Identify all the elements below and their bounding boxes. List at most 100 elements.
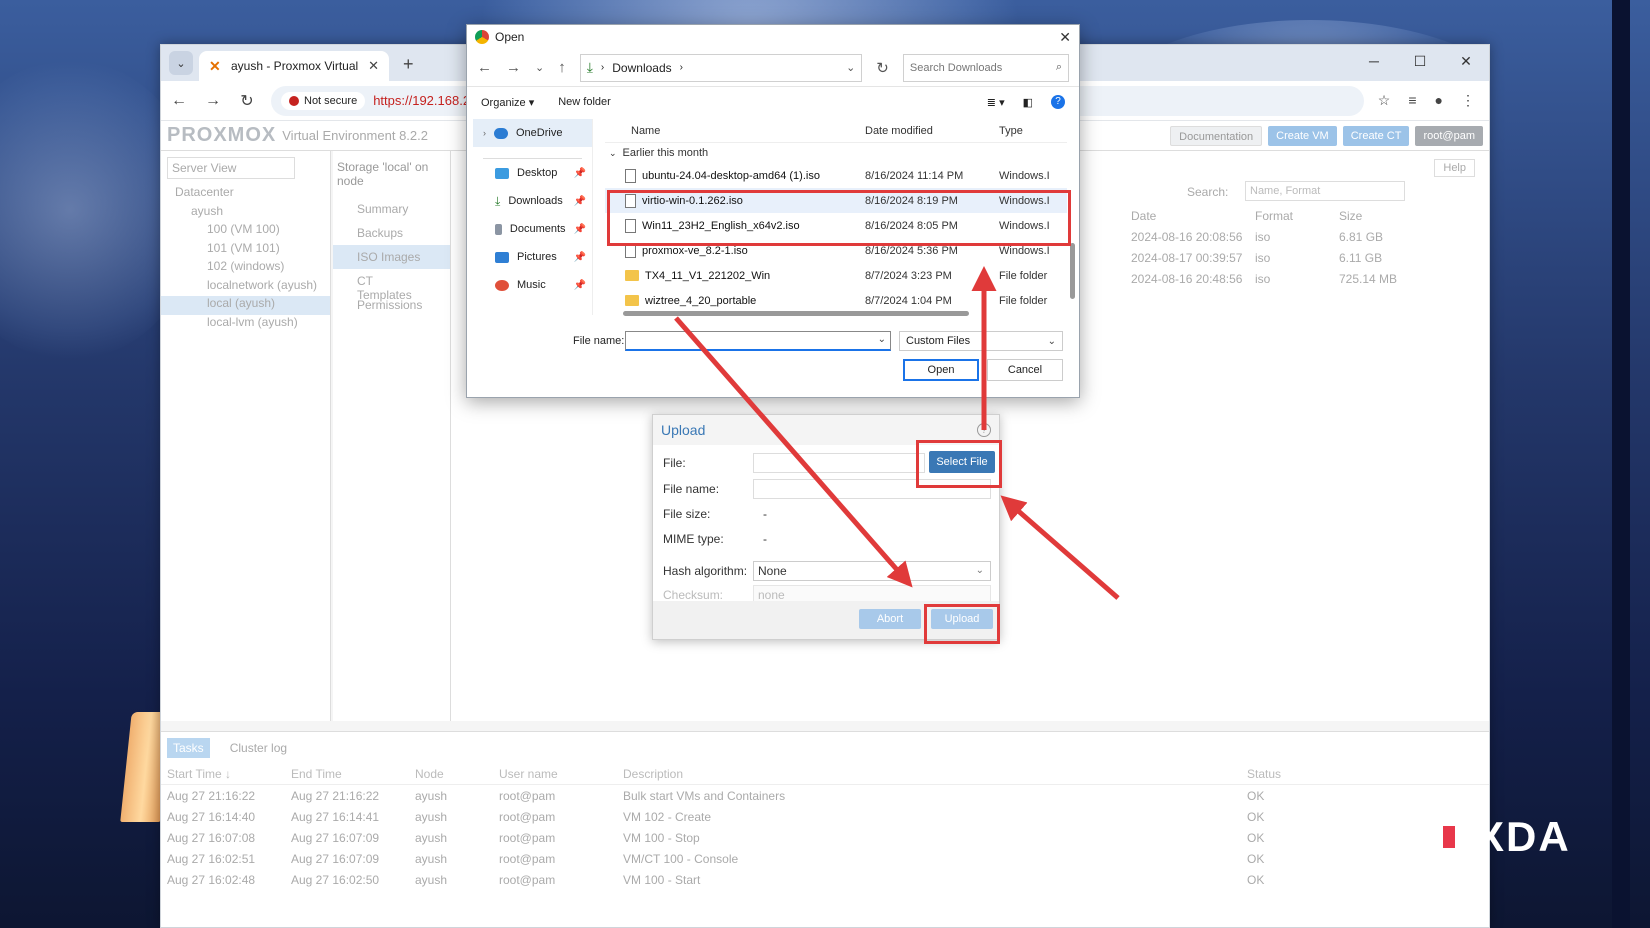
close-icon[interactable]: ✕ bbox=[1059, 29, 1071, 46]
tree-local-storage[interactable]: local (ayush) bbox=[161, 296, 330, 315]
tree-vm-100[interactable]: 100 (VM 100) bbox=[161, 222, 330, 241]
file-icon bbox=[625, 168, 636, 183]
create-vm-button[interactable]: Create VM bbox=[1268, 125, 1337, 146]
table-row[interactable]: 2024-08-17 00:39:57 iso 6.11 GB bbox=[1131, 247, 1421, 268]
close-window-icon[interactable]: ✕ bbox=[1443, 45, 1489, 81]
folder-row[interactable]: wiztree_4_20_portable 8/7/2024 1:04 PM Fil… bbox=[605, 288, 1067, 313]
chevron-down-icon[interactable]: ⌄ bbox=[878, 334, 886, 345]
help-icon[interactable]: ? bbox=[1051, 95, 1065, 109]
tab-cluster-log[interactable]: Cluster log bbox=[224, 738, 293, 758]
col-date-modified[interactable]: Date modified bbox=[857, 125, 999, 137]
search-downloads-input[interactable]: Search Downloads ⌕ bbox=[902, 53, 1069, 82]
server-view-select[interactable]: Server View bbox=[167, 157, 295, 179]
file-type-select[interactable]: Custom Files ⌄ bbox=[899, 331, 1063, 351]
tree-node-ayush[interactable]: ayush bbox=[161, 204, 330, 223]
menu-summary[interactable]: Summary bbox=[333, 197, 450, 221]
nav-music[interactable]: Music 📌 bbox=[473, 271, 592, 299]
maximize-icon[interactable]: ☐ bbox=[1397, 45, 1443, 81]
tab-tasks[interactable]: Tasks bbox=[167, 738, 210, 758]
bookmark-star-icon[interactable]: ☆ bbox=[1378, 92, 1391, 109]
browser-tab[interactable]: ✕ ayush - Proxmox Virtual Enviro ✕ bbox=[199, 51, 389, 81]
path-breadcrumb[interactable]: ⤓ › Downloads › ⌄ bbox=[579, 53, 863, 82]
col-format[interactable]: Format bbox=[1255, 209, 1339, 223]
menu-backups[interactable]: Backups bbox=[333, 221, 450, 245]
tree-datacenter[interactable]: Datacenter bbox=[161, 185, 330, 204]
table-row[interactable]: 2024-08-16 20:48:56 iso 725.14 MB bbox=[1131, 268, 1421, 289]
nav-label: Pictures bbox=[517, 251, 557, 263]
user-menu-button[interactable]: root@pam bbox=[1415, 125, 1483, 146]
create-ct-button[interactable]: Create CT bbox=[1342, 125, 1410, 146]
view-options-icon[interactable]: ≣ ▾ bbox=[987, 96, 1005, 109]
tree-local-lvm[interactable]: local-lvm (ayush) bbox=[161, 315, 330, 334]
hash-algorithm-select[interactable]: None ⌄ bbox=[753, 561, 991, 581]
help-button[interactable]: Help bbox=[1434, 159, 1475, 177]
file-row[interactable]: ubuntu-24.04-desktop-amd64 (1).iso 8/16/2… bbox=[605, 163, 1067, 188]
col-type[interactable]: Type bbox=[999, 125, 1023, 137]
new-tab-button[interactable]: + bbox=[395, 54, 422, 75]
media-control-icon[interactable]: ≡ bbox=[1408, 92, 1416, 109]
open-button[interactable]: Open bbox=[903, 359, 979, 381]
table-row[interactable]: Aug 27 16:14:40 Aug 27 16:14:41 ayush root@… bbox=[161, 806, 1489, 827]
col-node[interactable]: Node bbox=[415, 767, 499, 781]
resource-tree-panel: Server View Datacenter ayush 100 (VM 100… bbox=[161, 151, 331, 721]
col-name[interactable]: Name bbox=[605, 125, 857, 137]
table-row[interactable]: Aug 27 21:16:22 Aug 27 21:16:22 ayush root@… bbox=[161, 785, 1489, 806]
search-input[interactable]: Name, Format bbox=[1245, 181, 1405, 201]
up-icon[interactable]: ↑ bbox=[558, 59, 566, 76]
col-start-time[interactable]: Start Time ↓ bbox=[167, 767, 291, 781]
file-name-input[interactable]: ⌄ bbox=[625, 331, 891, 351]
forward-icon[interactable]: → bbox=[506, 59, 521, 76]
horizontal-scrollbar[interactable] bbox=[623, 311, 969, 316]
nav-pictures[interactable]: Pictures 📌 bbox=[473, 243, 592, 271]
minimize-icon[interactable]: ─ bbox=[1351, 45, 1397, 81]
col-date[interactable]: Date bbox=[1131, 209, 1255, 223]
col-end-time[interactable]: End Time bbox=[291, 767, 415, 781]
cell: OK bbox=[1247, 851, 1265, 866]
file-field[interactable] bbox=[753, 453, 925, 473]
col-status[interactable]: Status bbox=[1247, 767, 1327, 781]
cell: Aug 27 21:16:22 bbox=[291, 788, 380, 803]
refresh-icon[interactable]: ↻ bbox=[876, 59, 889, 77]
table-row[interactable]: Aug 27 16:07:08 Aug 27 16:07:09 ayush root@… bbox=[161, 827, 1489, 848]
chevron-down-icon[interactable]: ⌄ bbox=[846, 61, 855, 74]
vertical-scrollbar[interactable] bbox=[1070, 243, 1075, 299]
recent-locations-icon[interactable]: ⌄ bbox=[535, 61, 544, 74]
menu-ct-templates[interactable]: CT Templates bbox=[333, 269, 450, 302]
table-row[interactable]: Aug 27 16:02:51 Aug 27 16:07:09 ayush root@… bbox=[161, 848, 1489, 869]
group-header[interactable]: ⌄ Earlier this month bbox=[605, 143, 1067, 163]
not-secure-badge[interactable]: Not secure bbox=[281, 91, 366, 110]
nav-desktop[interactable]: Desktop 📌 bbox=[473, 159, 592, 187]
preview-pane-icon[interactable]: ◧ bbox=[1023, 96, 1033, 109]
reload-icon[interactable]: ↻ bbox=[237, 91, 257, 111]
cancel-button[interactable]: Cancel bbox=[987, 359, 1063, 381]
forward-icon[interactable]: → bbox=[203, 92, 223, 110]
tree-localnetwork[interactable]: localnetwork (ayush) bbox=[161, 278, 330, 297]
close-tab-icon[interactable]: ✕ bbox=[368, 58, 379, 74]
menu-iso-images[interactable]: ISO Images bbox=[333, 245, 450, 269]
documentation-button[interactable]: Documentation bbox=[1170, 125, 1263, 146]
menu-kebab-icon[interactable]: ⋮ bbox=[1461, 92, 1475, 109]
breadcrumb-downloads[interactable]: Downloads bbox=[612, 61, 671, 75]
col-user[interactable]: User name bbox=[499, 767, 623, 781]
organize-button[interactable]: Organize ▾ bbox=[481, 96, 534, 109]
table-row[interactable]: Aug 27 16:02:48 Aug 27 16:02:50 ayush root@… bbox=[161, 869, 1489, 890]
nav-onedrive[interactable]: › OneDrive bbox=[473, 119, 592, 147]
back-icon[interactable]: ← bbox=[477, 59, 492, 76]
col-description[interactable]: Description bbox=[623, 767, 1247, 781]
nav-documents[interactable]: Documents 📌 bbox=[473, 215, 592, 243]
table-row[interactable]: 2024-08-16 20:08:56 iso 6.81 GB bbox=[1131, 226, 1421, 247]
back-icon[interactable]: ← bbox=[169, 92, 189, 110]
tree-vm-102[interactable]: 102 (windows) bbox=[161, 259, 330, 278]
cell-date: 2024-08-16 20:48:56 bbox=[1131, 271, 1243, 286]
cell: Aug 27 16:02:48 bbox=[167, 872, 256, 887]
tree-vm-101[interactable]: 101 (VM 101) bbox=[161, 241, 330, 260]
nav-downloads[interactable]: ⤓ Downloads 📌 bbox=[473, 187, 592, 215]
new-folder-button[interactable]: New folder bbox=[558, 96, 611, 108]
profile-icon[interactable]: ● bbox=[1435, 92, 1443, 109]
tab-search-button[interactable]: ⌄ bbox=[169, 51, 193, 75]
col-size[interactable]: Size bbox=[1339, 209, 1421, 223]
folder-row[interactable]: TX4_11_V1_221202_Win 8/7/2024 3:23 PM File… bbox=[605, 263, 1067, 288]
abort-button[interactable]: Abort bbox=[859, 609, 921, 629]
help-icon[interactable]: ? bbox=[977, 423, 991, 437]
cell: OK bbox=[1247, 809, 1265, 824]
